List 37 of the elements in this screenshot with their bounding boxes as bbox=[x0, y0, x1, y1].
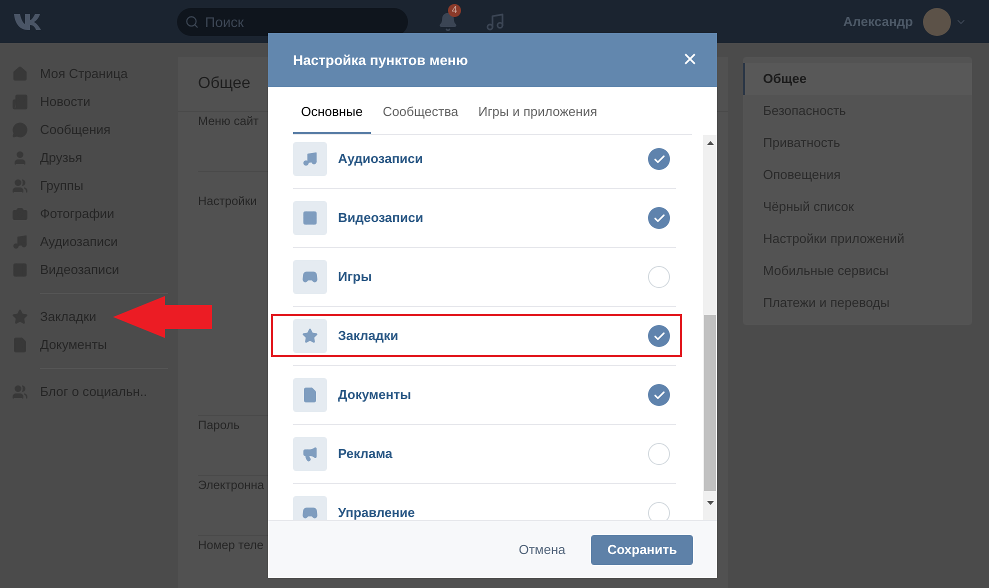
document-icon bbox=[302, 387, 318, 403]
music-note-icon[interactable] bbox=[485, 12, 505, 32]
dialog-tab[interactable]: Основные bbox=[293, 102, 371, 134]
gamepad-icon bbox=[302, 269, 318, 285]
menu-item-checkbox[interactable] bbox=[648, 207, 670, 229]
menu-item-label: Реклама bbox=[338, 445, 392, 464]
menu-item-checkbox[interactable] bbox=[648, 502, 670, 520]
search-icon bbox=[185, 14, 199, 28]
menu-item-label: Закладки bbox=[338, 327, 398, 346]
check-icon bbox=[652, 152, 666, 166]
check-icon bbox=[652, 330, 666, 342]
star-icon bbox=[302, 328, 318, 344]
save-button[interactable]: Сохранить bbox=[591, 534, 693, 564]
avatar[interactable] bbox=[923, 8, 951, 36]
menu-item-checkbox[interactable] bbox=[648, 148, 670, 170]
menu-item-checkbox[interactable] bbox=[648, 384, 670, 406]
menu-item-label: Управление bbox=[338, 504, 415, 520]
menu-item-label: Игры bbox=[338, 268, 372, 286]
menu-item-checkbox[interactable] bbox=[648, 266, 670, 288]
check-icon bbox=[652, 388, 666, 402]
megaphone-icon bbox=[302, 446, 318, 462]
settings-menu-item[interactable]: Общее bbox=[743, 63, 972, 95]
scroll-up-icon[interactable] bbox=[706, 141, 714, 145]
music-note-icon bbox=[302, 151, 318, 167]
menu-item-checkbox[interactable] bbox=[648, 443, 670, 465]
cancel-button[interactable]: Отмена bbox=[518, 540, 566, 560]
menu-item-label: Документы bbox=[338, 386, 412, 404]
gamepad-icon bbox=[302, 505, 318, 520]
scroll-down-icon[interactable] bbox=[706, 501, 714, 505]
scrollbar[interactable] bbox=[703, 135, 717, 520]
menu-item-checkbox[interactable] bbox=[648, 325, 670, 347]
menu-item-label: Аудиозаписи bbox=[338, 150, 423, 168]
menu-item-label: Видеозаписи bbox=[338, 209, 424, 228]
notification-badge: 4 bbox=[448, 4, 461, 16]
scrollbar-thumb[interactable] bbox=[704, 315, 716, 491]
notifications-icon[interactable] bbox=[438, 12, 458, 32]
check-icon bbox=[652, 212, 666, 224]
